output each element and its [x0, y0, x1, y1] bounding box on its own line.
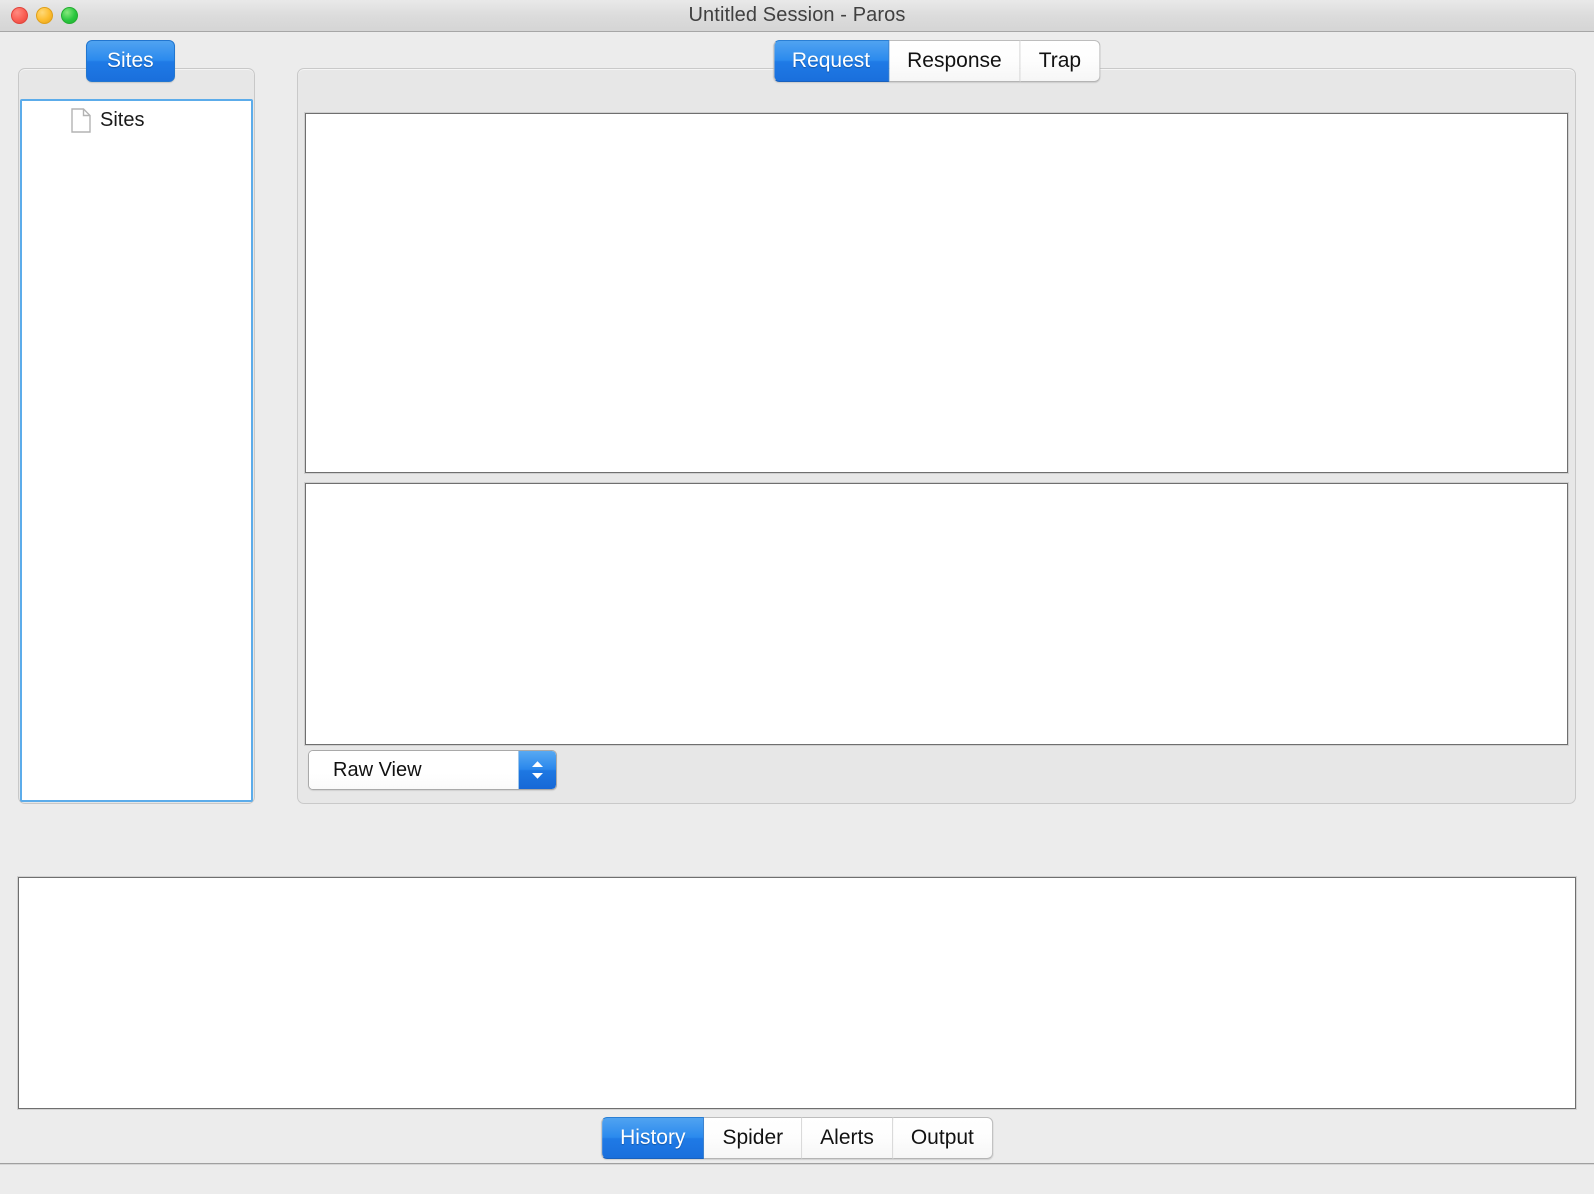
request-body-area: [304, 482, 1569, 746]
main-region: Request Response Trap Raw View: [297, 40, 1576, 804]
close-window-button[interactable]: [11, 7, 28, 24]
paros-main-window: Untitled Session - Paros Sites Sites Req…: [0, 0, 1594, 1194]
request-response-tabbar: Request Response Trap: [772, 40, 1101, 82]
tab-history[interactable]: History: [601, 1117, 705, 1159]
sites-tree-view[interactable]: Sites: [20, 99, 253, 802]
traffic-lights: [11, 0, 78, 31]
request-body-textarea[interactable]: [304, 482, 1569, 746]
view-mode-value: Raw View: [309, 751, 518, 789]
tree-item-label: Sites: [100, 109, 145, 131]
tab-response[interactable]: Response: [889, 40, 1021, 82]
view-select-row: Raw View: [308, 750, 557, 790]
main-tab-group: Request Response Trap: [772, 40, 1101, 82]
tab-spider[interactable]: Spider: [704, 1117, 803, 1159]
request-header-area: [304, 112, 1569, 474]
bottom-tabbar: History Spider Alerts Output: [601, 1117, 993, 1159]
bottom-region: History Spider Alerts Output: [17, 876, 1577, 1167]
title-bar: Untitled Session - Paros: [0, 0, 1594, 32]
chevron-up-down-icon[interactable]: [518, 751, 556, 789]
sidebar-panel: Sites: [18, 68, 255, 804]
tab-alerts[interactable]: Alerts: [802, 1117, 893, 1159]
bottom-tab-group: History Spider Alerts Output: [601, 1117, 993, 1159]
maximize-window-button[interactable]: [61, 7, 78, 24]
tab-request[interactable]: Request: [772, 40, 890, 82]
window-title: Untitled Session - Paros: [688, 4, 906, 26]
history-table-panel[interactable]: [17, 876, 1577, 1110]
tab-trap[interactable]: Trap: [1020, 40, 1101, 82]
tab-output[interactable]: Output: [892, 1117, 993, 1159]
view-mode-combobox[interactable]: Raw View: [308, 750, 557, 790]
sidebar-region: Sites Sites: [18, 40, 255, 804]
request-header-textarea[interactable]: [304, 112, 1569, 474]
tree-item-sites[interactable]: Sites: [22, 101, 251, 133]
sidebar-tabbar: Sites: [86, 40, 175, 82]
request-panel: Raw View: [297, 68, 1576, 804]
status-bar: [0, 1164, 1594, 1194]
minimize-window-button[interactable]: [36, 7, 53, 24]
tab-sites[interactable]: Sites: [86, 40, 175, 82]
file-icon: [71, 108, 91, 133]
window-content: Sites Sites Request Response Trap Raw Vi…: [0, 32, 1594, 1194]
